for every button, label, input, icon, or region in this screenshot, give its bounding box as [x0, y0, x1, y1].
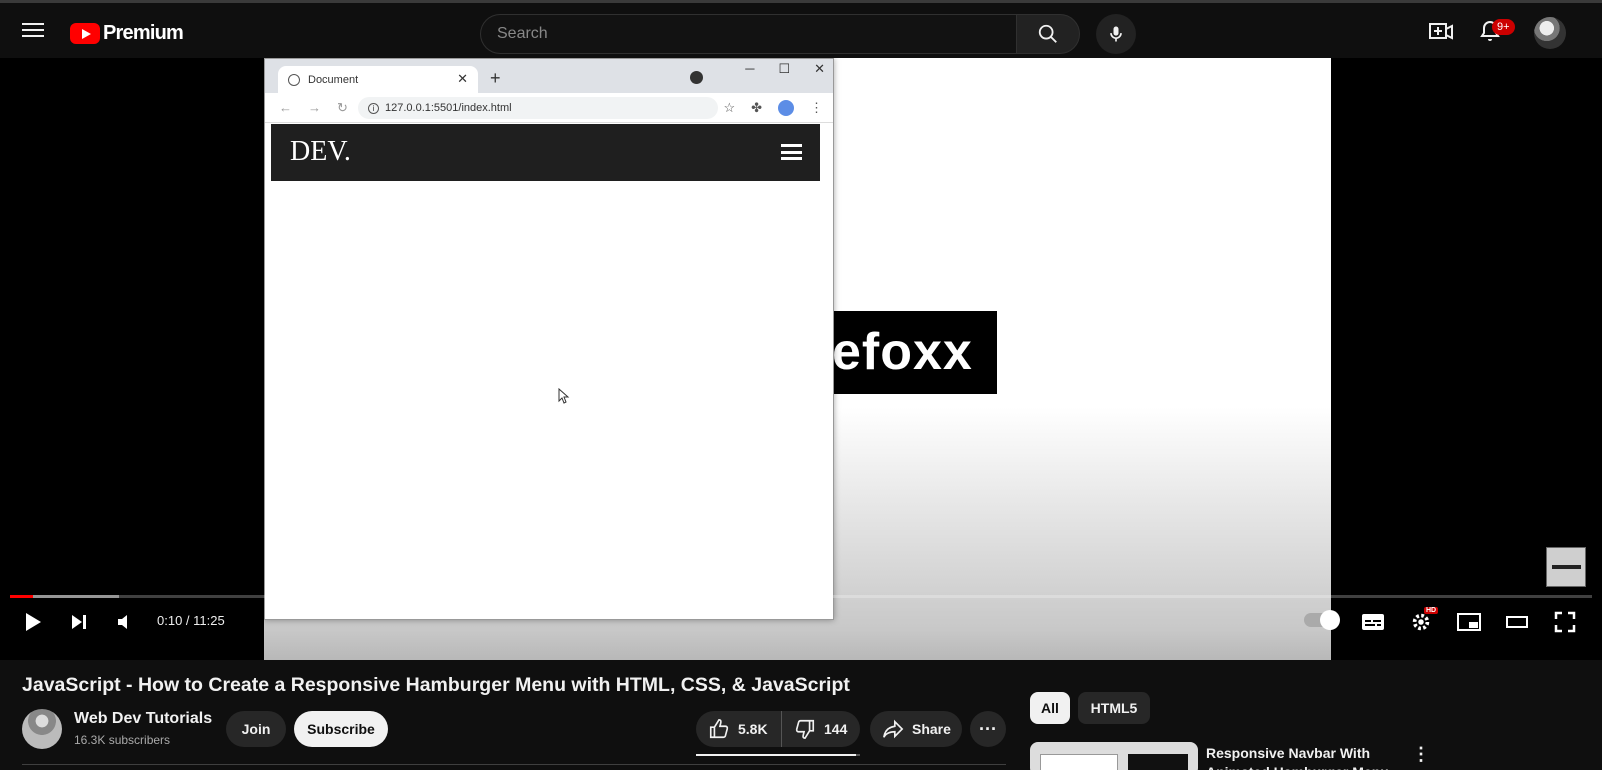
- video-player[interactable]: efoxx Document ✕ + ─ ☐ ✕ ← → ↻ i 127.0.0…: [0, 58, 1602, 660]
- like-ratio-fill: [696, 754, 857, 756]
- mute-button[interactable]: [112, 609, 138, 635]
- info-icon: i: [368, 102, 379, 114]
- chip-all[interactable]: All: [1030, 692, 1070, 724]
- avatar[interactable]: [1534, 17, 1566, 49]
- browser-tab: Document ✕: [278, 66, 478, 93]
- extensions-icon: ✤: [751, 100, 762, 115]
- thumbs-down-icon: [795, 719, 815, 739]
- more-horizontal-icon: ···: [979, 718, 997, 739]
- youtube-logo-icon: [70, 22, 100, 44]
- chip-html5[interactable]: HTML5: [1078, 692, 1150, 724]
- back-icon: ←: [279, 99, 292, 115]
- kebab-menu-icon[interactable]: ⋮: [1412, 744, 1430, 765]
- logo-text: Premium: [103, 21, 184, 44]
- window-close-icon: ✕: [814, 61, 825, 76]
- video-title: JavaScript - How to Create a Responsive …: [22, 674, 850, 696]
- site-logo: DEV.: [290, 136, 351, 167]
- star-icon: ☆: [723, 100, 736, 115]
- address-url: 127.0.0.1:5501/index.html: [385, 102, 512, 114]
- search-icon: [1038, 24, 1057, 43]
- search-input[interactable]: [480, 14, 1016, 54]
- time-display: 0:10 / 11:25: [157, 613, 225, 628]
- new-tab-icon: +: [490, 68, 501, 88]
- channel-name[interactable]: Web Dev Tutorials: [74, 710, 212, 728]
- globe-icon: [288, 73, 300, 86]
- progress-bar[interactable]: [10, 595, 1592, 598]
- like-count: 5.8K: [738, 721, 768, 737]
- voice-search-button[interactable]: [1096, 14, 1136, 54]
- mouse-cursor-icon: [558, 388, 570, 404]
- settings-icon: [1412, 613, 1430, 631]
- masthead: Premium 9+: [0, 0, 1602, 58]
- volume-icon: [118, 615, 127, 629]
- mic-icon: [1110, 26, 1122, 42]
- tab-search-icon: [690, 71, 703, 84]
- dislike-count: 144: [824, 721, 848, 737]
- theater-icon: [1506, 616, 1528, 628]
- close-icon: ✕: [457, 71, 468, 86]
- autoplay-toggle[interactable]: [1304, 610, 1340, 630]
- divider: [22, 764, 1006, 765]
- share-button[interactable]: Share: [870, 711, 962, 747]
- fullscreen-button[interactable]: [1552, 609, 1578, 635]
- like-ratio-bar: [696, 754, 860, 756]
- youtube-logo[interactable]: Premium: [70, 20, 184, 46]
- forward-icon: →: [308, 99, 321, 115]
- search-button[interactable]: [1016, 14, 1080, 54]
- hamburger-icon: [781, 144, 802, 162]
- recommendation-thumbnail[interactable]: [1030, 742, 1198, 770]
- like-dislike-group: 5.8K 144: [696, 711, 860, 747]
- share-icon: [883, 719, 904, 739]
- window-controls: ─ ☐ ✕: [745, 61, 825, 77]
- browser-tab-title: Document: [308, 73, 359, 86]
- fullscreen-icon: [1554, 611, 1576, 633]
- share-label: Share: [912, 721, 951, 737]
- profile-icon: [778, 100, 794, 116]
- join-button[interactable]: Join: [226, 711, 286, 747]
- more-actions-button[interactable]: ···: [970, 711, 1006, 747]
- subscriber-count: 16.3K subscribers: [74, 733, 171, 747]
- notification-badge: 9+: [1492, 19, 1515, 35]
- play-button[interactable]: [20, 609, 46, 635]
- create-icon: [1429, 23, 1453, 40]
- subscribe-button[interactable]: Subscribe: [294, 711, 388, 747]
- browser-tab-strip: Document ✕ + ─ ☐ ✕: [265, 59, 833, 93]
- site-navbar: DEV.: [271, 124, 820, 181]
- next-button[interactable]: [66, 609, 92, 635]
- create-button[interactable]: [1428, 21, 1456, 45]
- maximize-icon: ☐: [778, 61, 791, 76]
- like-button[interactable]: 5.8K: [696, 711, 782, 747]
- time-separator: /: [182, 613, 194, 628]
- brand-logo-block: efoxx: [830, 311, 997, 394]
- time-current: 0:10: [157, 613, 183, 628]
- theater-button[interactable]: [1504, 609, 1530, 635]
- channel-avatar[interactable]: [22, 709, 62, 749]
- menu-icon[interactable]: [22, 20, 44, 40]
- time-duration: 11:25: [193, 613, 225, 628]
- address-bar: i 127.0.0.1:5501/index.html: [358, 97, 718, 119]
- play-icon: [26, 613, 41, 631]
- search-bar: [480, 14, 1080, 54]
- recommendation-title[interactable]: Responsive Navbar With Animated Hamburge…: [1206, 744, 1396, 770]
- progress-played: [10, 595, 34, 598]
- minimize-icon: ─: [745, 61, 755, 76]
- browser-toolbar: ← → ↻ i 127.0.0.1:5501/index.html ☆ ✤ ⋮: [265, 93, 833, 123]
- miniplayer-button[interactable]: [1456, 609, 1482, 635]
- end-screen-thumbnail[interactable]: [1546, 547, 1586, 587]
- miniplayer-icon: [1457, 613, 1481, 631]
- reload-icon: ↻: [337, 99, 348, 115]
- dislike-button[interactable]: 144: [782, 711, 847, 747]
- subtitles-icon: [1362, 614, 1384, 630]
- next-icon: [72, 615, 86, 629]
- subtitles-button[interactable]: [1360, 609, 1386, 635]
- hd-badge: HD: [1424, 607, 1439, 614]
- kebab-menu-icon: ⋮: [810, 100, 823, 115]
- embedded-browser-window: Document ✕ + ─ ☐ ✕ ← → ↻ i 127.0.0.1:550…: [264, 58, 834, 620]
- thumbs-up-icon: [709, 719, 729, 739]
